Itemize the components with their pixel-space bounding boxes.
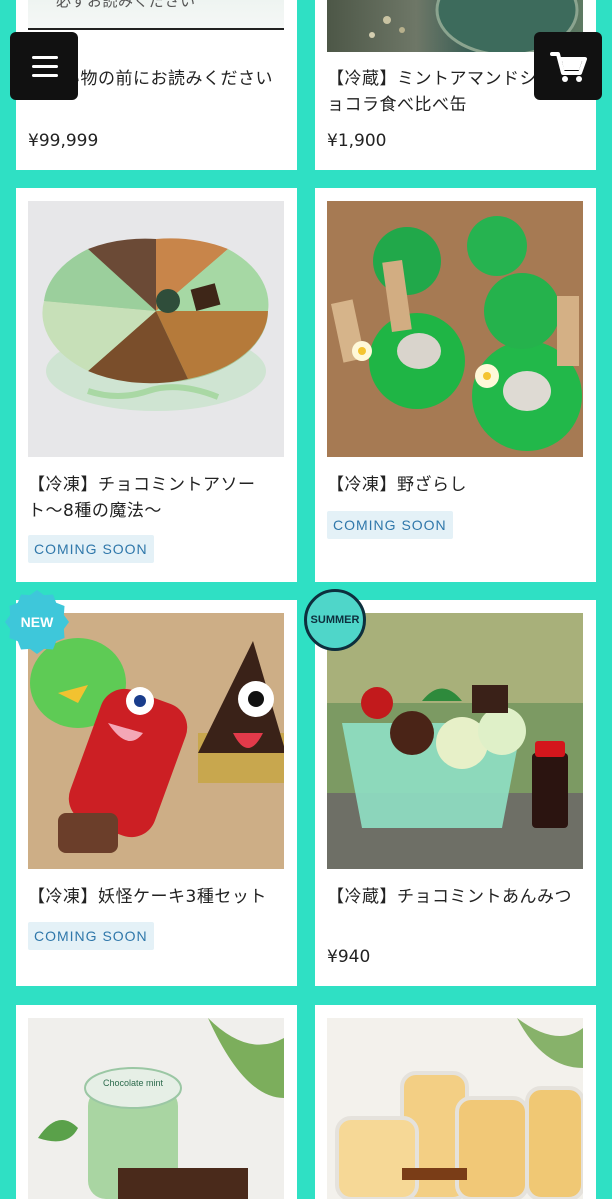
product-price: ¥99,999 xyxy=(28,131,99,151)
jar-label-text: Chocolate mint xyxy=(103,1078,164,1088)
product-image xyxy=(327,613,583,869)
product-card[interactable]: 【冷凍】チョコミントアソート〜8種の魔法〜 COMING SOON xyxy=(16,188,297,582)
product-title[interactable]: 【冷凍】チョコミントアソート〜8種の魔法〜 xyxy=(28,472,284,524)
nozarashi-cake-image xyxy=(327,201,583,457)
shopping-cart-icon xyxy=(550,52,587,82)
product-card[interactable]: 【冷凍】野ざらし COMING SOON xyxy=(315,188,596,582)
product-card[interactable]: 【冷蔵】チョコミントあんみつ ¥940 xyxy=(315,600,596,986)
product-image xyxy=(28,613,284,869)
product-price: ¥1,900 xyxy=(327,131,387,151)
product-title[interactable]: 【冷凍】野ざらし xyxy=(327,472,583,498)
product-image xyxy=(28,201,284,457)
notice-divider xyxy=(28,28,284,30)
product-title[interactable]: 【冷蔵】チョコミントあんみつ xyxy=(327,884,583,910)
product-card[interactable]: 【冷凍】妖怪ケーキ3種セット COMING SOON xyxy=(16,600,297,986)
hamburger-menu-icon xyxy=(10,32,78,100)
pudding-jars-image xyxy=(327,1018,583,1199)
product-card[interactable]: Chocolate mint xyxy=(16,1005,297,1199)
product-image xyxy=(327,201,583,457)
chocolate-mint-jar-image: Chocolate mint xyxy=(28,1018,284,1199)
product-title: 必ずお読みください xyxy=(56,0,196,10)
summer-badge: SUMMER xyxy=(304,589,366,651)
coming-soon-badge: COMING SOON xyxy=(28,922,154,950)
product-image xyxy=(327,1018,583,1199)
chocomint-anmitsu-image xyxy=(327,613,583,869)
menu-button[interactable] xyxy=(10,32,78,100)
product-card[interactable] xyxy=(315,1005,596,1199)
cart-button[interactable] xyxy=(534,32,602,100)
product-grid: 必ずお読みください お買い物の前にお読みください ¥99,999 【冷蔵】ミント… xyxy=(0,0,612,1199)
coming-soon-badge: COMING SOON xyxy=(28,535,154,563)
yokai-cake-set-image xyxy=(28,613,284,869)
product-price: ¥940 xyxy=(327,947,371,967)
product-title[interactable]: 【冷凍】妖怪ケーキ3種セット xyxy=(28,884,288,910)
coming-soon-badge: COMING SOON xyxy=(327,511,453,539)
chocolate-mint-assort-image xyxy=(42,238,269,411)
product-title[interactable]: 【冷蔵】ミントアマンドショコラ食べ比べ缶 xyxy=(327,66,552,118)
product-image: Chocolate mint xyxy=(28,1018,284,1199)
